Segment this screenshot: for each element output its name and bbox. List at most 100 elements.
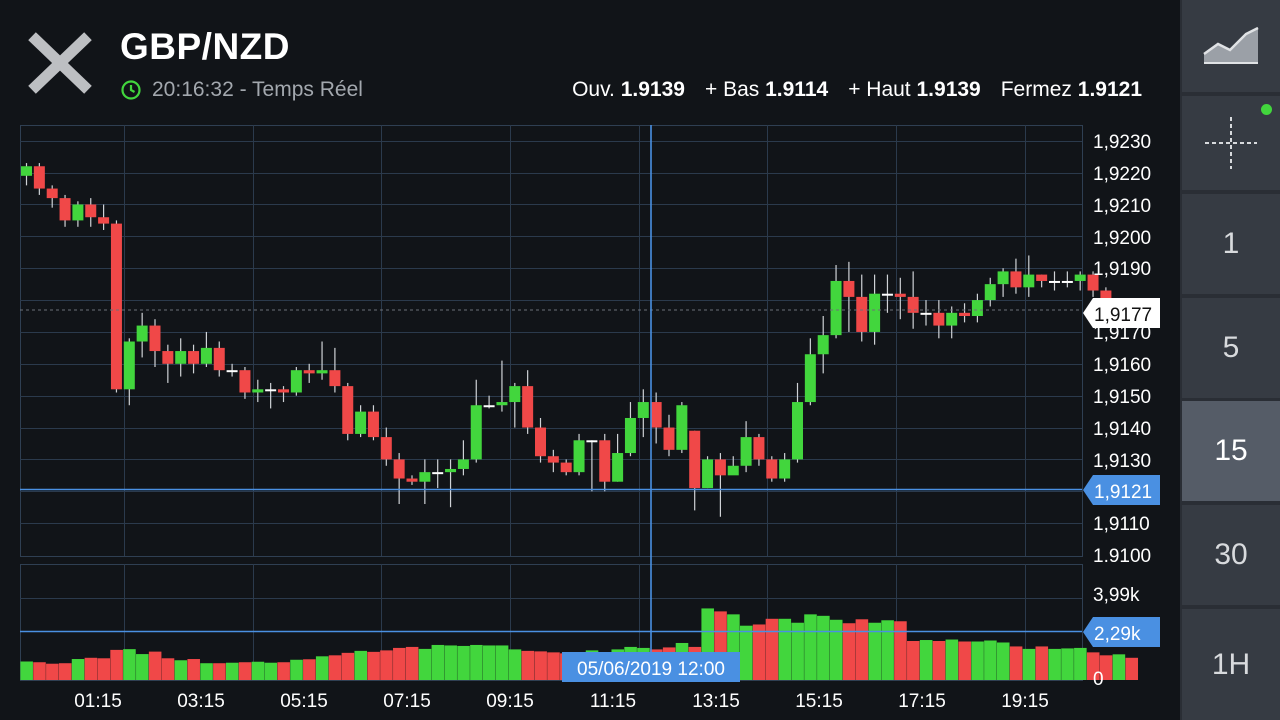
candle-body (856, 296, 868, 332)
candle-body (342, 386, 354, 434)
price-chart[interactable]: 1,92301,92201,92101,92001,91901,91701,91… (0, 0, 1180, 720)
candle-body (535, 427, 546, 457)
price-tick-label: 1.9100 (1093, 546, 1151, 567)
volume-bar (765, 618, 779, 680)
candle-body (496, 402, 508, 406)
candle-body (123, 341, 135, 390)
crosshair-date-tag: 05/06/2019 12:00 (562, 652, 740, 682)
candle-body (547, 456, 559, 463)
volume-bar (46, 663, 59, 680)
volume-bar (984, 640, 997, 680)
candle-body (676, 405, 688, 450)
candle-body (1023, 274, 1035, 288)
candle-body (457, 459, 469, 469)
volume-bar (71, 659, 85, 680)
candle-body (984, 284, 996, 301)
interval-30-button[interactable]: 30 (1182, 505, 1280, 605)
sidebar: 1 5 15 30 1H (1180, 0, 1280, 720)
candle-body (85, 204, 97, 218)
crosshair-button[interactable] (1182, 96, 1280, 190)
candle-body (355, 411, 367, 434)
volume-bar (431, 644, 445, 680)
svg-text:1,9177: 1,9177 (1094, 305, 1152, 326)
time-tick-label: 07:15 (383, 691, 431, 712)
volume-bar (521, 650, 535, 680)
interval-1-button[interactable]: 1 (1182, 194, 1280, 294)
interval-1h-button[interactable]: 1H (1182, 609, 1280, 720)
candle-body (239, 370, 251, 393)
status-dot (1261, 104, 1272, 115)
candle-body (959, 312, 971, 317)
volume-bar (919, 640, 933, 680)
volume-bar (341, 652, 355, 680)
candle-body (252, 389, 264, 393)
candle-body (881, 293, 893, 296)
volume-bar (1009, 646, 1023, 680)
volume-bar (958, 641, 971, 680)
candle-body (72, 204, 84, 221)
volume-bar (444, 645, 457, 680)
chart-type-button[interactable] (1182, 0, 1280, 92)
candle-body (1061, 280, 1073, 283)
candle-body (817, 335, 829, 355)
candle-body (920, 312, 932, 315)
candlesticks (21, 163, 1138, 517)
candle-body (200, 347, 212, 364)
candle-body (689, 430, 701, 489)
volume-bar (495, 645, 509, 680)
crosshair-icon (1205, 117, 1257, 169)
time-tick-label: 15:15 (795, 691, 843, 712)
volume-bar (1074, 647, 1087, 680)
candle-body (1074, 274, 1086, 281)
interval-15-button[interactable]: 15 (1182, 401, 1280, 501)
volume-bar (367, 651, 380, 680)
volume-bar (238, 662, 252, 680)
time-axis: 01:15 03:15 05:15 07:15 09:15 11:15 13:15 15:15… (74, 691, 1049, 712)
crosshair-price-tag: 1,9121 (1083, 475, 1160, 505)
price-tick-label: 1,9200 (1093, 228, 1151, 249)
candle-body (946, 312, 958, 326)
candle-body (830, 280, 842, 336)
candle-body (213, 347, 225, 371)
candle-body (278, 389, 289, 393)
volume-bar (380, 650, 393, 680)
svg-text:1,9121: 1,9121 (1094, 482, 1152, 503)
candle-body (175, 351, 187, 364)
volume-bar (354, 650, 368, 680)
candle-body (586, 440, 598, 443)
candle-body (702, 459, 714, 489)
candle-body (663, 427, 675, 450)
time-tick-label: 01:15 (74, 691, 122, 712)
volume-bar (264, 662, 278, 680)
candle-body (997, 271, 1009, 285)
time-tick-label: 13:15 (692, 691, 740, 712)
candle-body (599, 440, 611, 482)
candle-body (483, 405, 495, 408)
svg-text:2,29k: 2,29k (1094, 624, 1141, 645)
volume-bar (123, 649, 136, 680)
candle-body (46, 188, 58, 199)
volume-bar (213, 663, 226, 680)
candle-body (766, 459, 778, 479)
interval-5-button[interactable]: 5 (1182, 298, 1280, 398)
candle-body (98, 217, 110, 224)
candle-body (843, 280, 855, 297)
volume-bar (1112, 654, 1126, 680)
volume-bar (457, 645, 470, 680)
price-tick-label: 1,9160 (1093, 355, 1151, 376)
volume-bar (418, 648, 432, 680)
candle-body (1049, 280, 1060, 283)
volume-bar (881, 620, 894, 680)
volume-tick-label: 3,99k (1093, 585, 1140, 606)
candle-body (136, 325, 148, 342)
volume-bar (547, 652, 560, 680)
candle-body (367, 411, 379, 438)
volume-bar (277, 662, 290, 680)
svg-text:05/06/2019 12:00: 05/06/2019 12:00 (577, 659, 725, 680)
volume-bar (393, 647, 406, 680)
candle-body (509, 386, 521, 403)
volume-bar (508, 649, 522, 680)
volume-bar (534, 651, 547, 680)
volume-bar (829, 619, 843, 680)
volume-bar (739, 625, 753, 680)
